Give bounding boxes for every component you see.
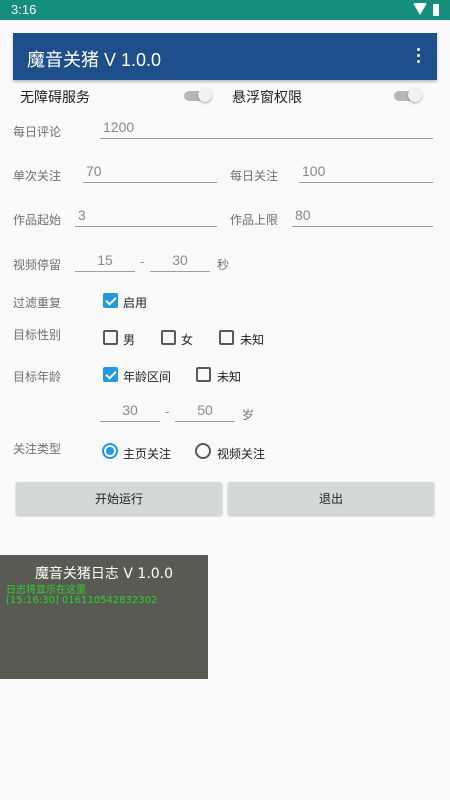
video-stay-max-input[interactable] xyxy=(150,250,210,270)
video-stay-label: 视频停留 xyxy=(13,258,62,272)
start-button[interactable]: 开始运行 xyxy=(16,482,222,515)
log-line: [15:16:30] 016110542832302 xyxy=(6,595,158,606)
follow-home-label: 主页关注 xyxy=(123,447,172,461)
video-stay-min-input[interactable] xyxy=(75,250,135,270)
age-max-field[interactable] xyxy=(175,400,235,422)
gender-male-label: 男 xyxy=(123,333,136,347)
age-range-label: 年龄区间 xyxy=(123,370,172,384)
daily-follow-label: 每日关注 xyxy=(230,169,279,183)
age-separator: - xyxy=(165,405,170,419)
work-start-input[interactable] xyxy=(75,205,217,225)
work-start-label: 作品起始 xyxy=(13,213,62,227)
daily-comment-field[interactable] xyxy=(100,117,433,139)
single-follow-label: 单次关注 xyxy=(13,169,62,183)
app-bar: 魔音关猪 V 1.0.0 xyxy=(13,33,437,80)
more-vert-icon[interactable] xyxy=(414,48,422,66)
age-range-checkbox[interactable] xyxy=(103,367,118,382)
daily-comment-label: 每日评论 xyxy=(13,125,62,139)
filter-dup-checkbox[interactable] xyxy=(103,293,118,308)
age-unknown-checkbox[interactable] xyxy=(196,367,211,382)
accessibility-label: 无障碍服务 xyxy=(20,90,90,106)
filter-dup-option: 启用 xyxy=(123,296,148,310)
single-follow-input[interactable] xyxy=(83,161,217,181)
video-stay-separator: - xyxy=(140,255,145,269)
gender-female-checkbox[interactable] xyxy=(161,330,176,345)
work-limit-input[interactable] xyxy=(292,205,433,225)
status-time: 3:16 xyxy=(11,2,37,17)
video-stay-max-field[interactable] xyxy=(150,250,210,272)
daily-follow-input[interactable] xyxy=(299,161,433,181)
age-min-field[interactable] xyxy=(100,400,160,422)
accessibility-switch[interactable] xyxy=(184,88,212,102)
age-min-input[interactable] xyxy=(100,400,160,420)
video-stay-unit: 秒 xyxy=(217,258,230,272)
filter-dup-label: 过滤重复 xyxy=(13,296,62,310)
follow-video-label: 视频关注 xyxy=(217,447,266,461)
gender-male-checkbox[interactable] xyxy=(103,330,118,345)
age-unit: 岁 xyxy=(242,408,255,422)
overlay-label: 悬浮窗权限 xyxy=(232,90,302,106)
gender-unknown-checkbox[interactable] xyxy=(219,330,234,345)
target-gender-label: 目标性别 xyxy=(13,328,62,342)
video-stay-min-field[interactable] xyxy=(75,250,135,272)
work-limit-label: 作品上限 xyxy=(230,213,279,227)
work-start-field[interactable] xyxy=(75,205,217,227)
battery-icon xyxy=(433,4,439,16)
log-title: 魔音关猪日志 V 1.0.0 xyxy=(34,566,174,582)
age-max-input[interactable] xyxy=(175,400,235,420)
follow-home-radio[interactable] xyxy=(102,443,118,459)
status-bar: 3:16 xyxy=(0,0,450,20)
target-age-label: 目标年龄 xyxy=(13,370,62,384)
follow-video-radio[interactable] xyxy=(195,443,211,459)
age-unknown-label: 未知 xyxy=(217,370,242,384)
gender-female-label: 女 xyxy=(181,333,194,347)
follow-type-label: 关注类型 xyxy=(13,442,62,456)
gender-unknown-label: 未知 xyxy=(240,333,265,347)
overlay-switch[interactable] xyxy=(394,88,422,102)
wifi-icon xyxy=(413,3,427,15)
daily-follow-field[interactable] xyxy=(299,161,433,183)
single-follow-field[interactable] xyxy=(83,161,217,183)
app-title: 魔音关猪 V 1.0.0 xyxy=(27,50,162,70)
daily-comment-input[interactable] xyxy=(100,117,433,137)
exit-button[interactable]: 退出 xyxy=(228,482,434,515)
work-limit-field[interactable] xyxy=(292,205,433,227)
log-line: 日志将显示在这里 xyxy=(6,585,86,596)
log-panel[interactable]: 魔音关猪日志 V 1.0.0 日志将显示在这里 [15:16:30] 01611… xyxy=(0,555,208,679)
